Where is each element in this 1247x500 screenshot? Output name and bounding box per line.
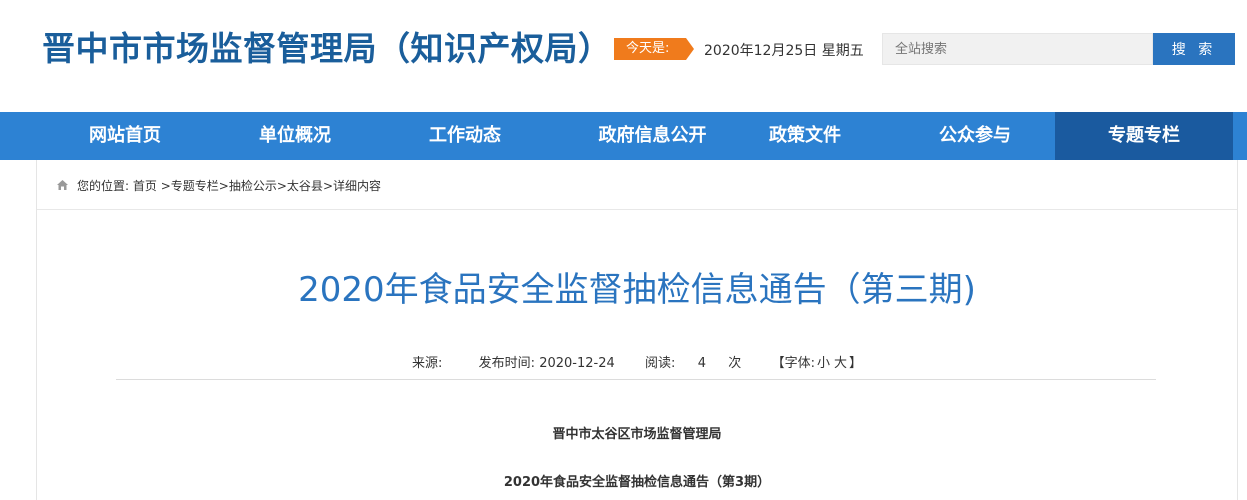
article-title: 2020年食品安全监督抽检信息通告（第三期) — [298, 270, 976, 310]
main-nav: 网站首页 单位概况 工作动态 政府信息公开 政策文件 公众参与 专题专栏 — [0, 112, 1247, 160]
font-size-close: 】 — [848, 356, 862, 371]
breadcrumb-separator: > — [156, 179, 171, 193]
breadcrumb-detail[interactable]: 详细内容 — [333, 179, 381, 193]
breadcrumb-separator: > — [276, 179, 287, 193]
article-meta: 来源: 发布时间: 2020-12-24 阅读: 4 次 【字体: 小大】 — [37, 352, 1237, 371]
org-line: 晋中市太谷区市场监督管理局 — [552, 427, 722, 442]
notice-subtitle: 2020年食品安全监督抽检信息通告（第3期） — [503, 475, 771, 490]
breadcrumb-home[interactable]: 首页 — [133, 179, 157, 193]
nav-item-topics[interactable]: 专题专栏 — [1055, 112, 1233, 160]
breadcrumb-county[interactable]: 太谷县 — [287, 179, 323, 193]
nav-item-home[interactable]: 网站首页 — [40, 112, 210, 160]
breadcrumb: 您的位置: 首页 >专题专栏>抽检公示>太谷县>详细内容 — [37, 160, 1237, 210]
breadcrumb-separator: > — [322, 179, 333, 193]
font-small-button[interactable]: 小 — [817, 356, 830, 371]
breadcrumb-topic[interactable]: 专题专栏 — [171, 179, 219, 193]
breadcrumb-separator: > — [218, 179, 229, 193]
published-date: 2020-12-24 — [539, 356, 615, 371]
reads-count: 4 — [697, 356, 706, 371]
breadcrumb-notice[interactable]: 抽检公示 — [229, 179, 277, 193]
nav-item-about[interactable]: 单位概况 — [210, 112, 380, 160]
font-large-button[interactable]: 大 — [834, 356, 847, 371]
content-area: 您的位置: 首页 >专题专栏>抽检公示>太谷县>详细内容 2020年食品安全监督… — [36, 160, 1238, 500]
today-badge: 今天是: — [614, 38, 694, 60]
nav-item-public[interactable]: 公众参与 — [890, 112, 1060, 160]
site-title[interactable]: 晋中市市场监督管理局（知识产权局） — [42, 22, 612, 70]
home-icon — [57, 180, 68, 190]
source-label: 来源: — [411, 356, 443, 371]
font-size-label: 【字体: — [771, 356, 815, 371]
divider — [116, 379, 1156, 380]
search-input[interactable] — [882, 33, 1153, 65]
today-date: 2020年12月25日 星期五 — [704, 43, 864, 59]
nav-item-policy[interactable]: 政策文件 — [720, 112, 890, 160]
breadcrumb-prefix: 您的位置: — [77, 179, 130, 193]
nav-item-news[interactable]: 工作动态 — [380, 112, 550, 160]
search-button[interactable]: 搜 索 — [1153, 33, 1235, 65]
published-label: 发布时间: — [478, 356, 536, 371]
reads-unit: 次 — [728, 356, 742, 371]
site-header: 晋中市市场监督管理局（知识产权局） 今天是: 2020年12月25日 星期五 搜… — [0, 0, 1247, 112]
breadcrumb-trail: 您的位置: 首页 >专题专栏>抽检公示>太谷县>详细内容 — [77, 177, 381, 194]
reads-label: 阅读: — [645, 356, 676, 371]
